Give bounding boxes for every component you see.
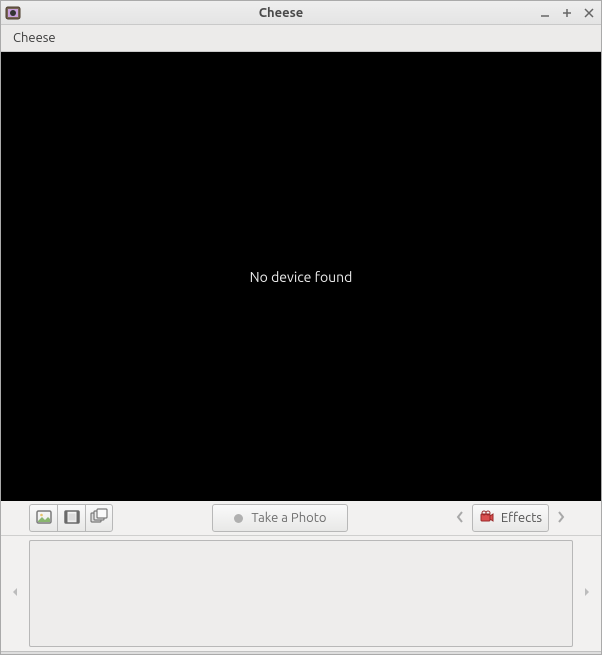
photo-mode-icon [35, 508, 53, 529]
window-title: Cheese [25, 6, 537, 20]
burst-mode-icon [90, 508, 108, 529]
filmstrip-prev-button[interactable] [1, 536, 29, 651]
maximize-button[interactable] [559, 5, 575, 21]
take-photo-button[interactable]: Take a Photo [212, 504, 348, 532]
statusbar [1, 651, 601, 654]
take-photo-label: Take a Photo [251, 511, 326, 525]
minimize-button[interactable] [537, 5, 553, 21]
video-mode-button[interactable] [57, 504, 85, 532]
effects-icon [479, 509, 495, 528]
next-effect-button[interactable] [549, 504, 573, 532]
effects-label: Effects [501, 511, 542, 525]
camera-preview: No device found [1, 52, 601, 501]
menu-cheese[interactable]: Cheese [7, 28, 62, 48]
mode-group [29, 504, 113, 532]
thumbnail-strip[interactable] [29, 540, 573, 647]
prev-effect-button[interactable] [448, 504, 472, 532]
triangle-left-icon [11, 587, 19, 600]
burst-mode-button[interactable] [85, 504, 113, 532]
record-indicator-icon [234, 514, 243, 523]
chevron-right-icon [556, 510, 566, 527]
filmstrip-area [1, 535, 601, 651]
close-button[interactable] [581, 5, 597, 21]
window-controls [537, 5, 597, 21]
triangle-right-icon [583, 587, 591, 600]
video-mode-icon [63, 508, 81, 529]
chevron-left-icon [455, 510, 465, 527]
effects-nav-group: Effects [448, 504, 573, 532]
photo-mode-button[interactable] [29, 504, 57, 532]
menubar: Cheese [1, 25, 601, 52]
toolbar: Take a Photo Effects [1, 501, 601, 535]
titlebar: Cheese [1, 1, 601, 25]
no-device-message: No device found [250, 269, 353, 285]
effects-button[interactable]: Effects [472, 504, 549, 532]
filmstrip-next-button[interactable] [573, 536, 601, 651]
app-icon [5, 5, 21, 21]
